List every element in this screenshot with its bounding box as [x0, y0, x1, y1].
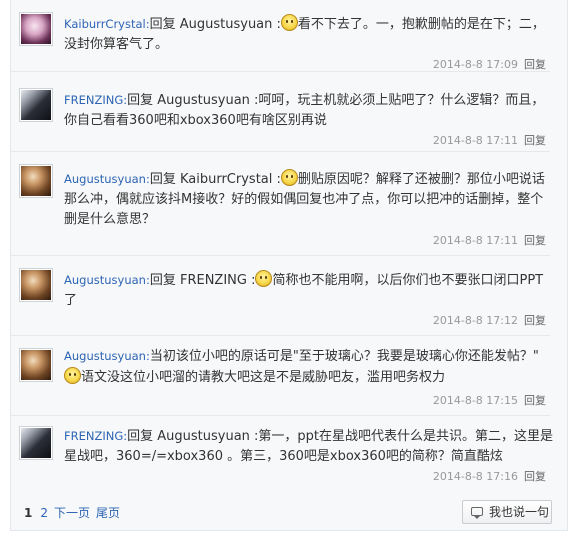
reply-content: 回复 Augustusyuan :: [149, 17, 281, 32]
page-current: 1: [24, 506, 33, 520]
reply-meta: 2014-8-8 17:16 回复: [433, 468, 546, 484]
last-page-link[interactable]: 尾页: [96, 506, 120, 520]
smiley-emoticon-icon: [255, 270, 273, 287]
say-something-label: 我也说一句: [489, 505, 550, 519]
username-link[interactable]: FRENZING:: [64, 429, 127, 443]
reply-meta: 2014-8-8 17:12 回复: [433, 312, 546, 328]
reply-button[interactable]: 回复: [524, 58, 546, 71]
reply-meta: 2014-8-8 17:15 回复: [433, 392, 546, 408]
reply-content: 当初该位小吧的原话可是"至于玻璃心？我要是玻璃心你还能发帖？": [149, 349, 539, 364]
reply-meta: 2014-8-8 17:09 回复: [433, 56, 546, 72]
avatar-image: [21, 90, 51, 120]
divider: [10, 71, 550, 72]
list-item: Augustusyuan:回复 FRENZING : 简称也不能用啊，以后你们也不…: [10, 256, 556, 336]
reply-content: 回复 Augustusyuan :呵呵，玩主机就必须上贴吧了？什么逻辑？而且，你…: [64, 93, 545, 128]
list-item: Augustusyuan:回复 KaiburrCrystal : 删贴原因呢？解释…: [10, 152, 556, 256]
reply-text: KaiburrCrystal:回复 Augustusyuan : 看不下去了。一，…: [64, 14, 554, 55]
reply-button[interactable]: 回复: [524, 134, 546, 147]
reply-meta: 2014-8-8 17:11 回复: [433, 232, 546, 248]
timestamp: 2014-8-8 17:12: [432, 314, 518, 327]
username-link[interactable]: Augustusyuan:: [64, 172, 150, 186]
reply-content: 回复 Augustusyuan :第一，ppt在星战吧代表什么是共识。第二，这里…: [64, 429, 554, 464]
username-link[interactable]: Augustusyuan:: [64, 273, 150, 287]
avatar[interactable]: [19, 268, 53, 302]
reply-content: 回复 KaiburrCrystal :: [149, 172, 281, 187]
reply-text: FRENZING:回复 Augustusyuan :呵呵，玩主机就必须上贴吧了？…: [64, 90, 554, 131]
smiley-emoticon-icon: [64, 367, 81, 384]
list-item: KaiburrCrystal:回复 Augustusyuan : 看不下去了。一，…: [10, 12, 556, 72]
avatar-image: [21, 270, 51, 300]
reply-text: Augustusyuan:回复 FRENZING : 简称也不能用啊，以后你们也不…: [64, 270, 554, 311]
avatar[interactable]: [19, 348, 53, 382]
username-link[interactable]: KaiburrCrystal:: [64, 17, 150, 31]
timestamp: 2014-8-8 17:11: [432, 134, 518, 147]
username-link[interactable]: FRENZING:: [64, 93, 127, 107]
timestamp: 2014-8-8 17:16: [432, 470, 518, 483]
smiley-emoticon-icon: [280, 169, 298, 186]
reply-text: Augustusyuan:当初该位小吧的原话可是"至于玻璃心？我要是玻璃心你还能…: [64, 346, 554, 388]
avatar[interactable]: [19, 88, 53, 122]
avatar[interactable]: [19, 164, 53, 198]
say-something-button[interactable]: 我也说一句: [462, 500, 552, 524]
reply-button[interactable]: 回复: [524, 234, 546, 247]
timestamp: 2014-8-8 17:11: [432, 234, 518, 247]
smiley-emoticon-icon: [280, 14, 298, 31]
avatar-image: [21, 428, 51, 458]
reply-meta: 2014-8-8 17:11 回复: [433, 132, 546, 148]
speech-bubble-icon: [471, 507, 483, 519]
avatar-image: [21, 166, 51, 196]
list-item: FRENZING:回复 Augustusyuan :呵呵，玩主机就必须上贴吧了？…: [10, 80, 556, 152]
reply-text: Augustusyuan:回复 KaiburrCrystal : 删贴原因呢？解释…: [64, 169, 554, 230]
reply-content-continued: 语文没这位小吧溜的请教大吧这是不是威胁吧友，滥用吧务权力: [81, 370, 446, 385]
next-page-link[interactable]: 下一页: [54, 506, 90, 520]
list-item: FRENZING:回复 Augustusyuan :第一，ppt在星战吧代表什么…: [10, 416, 556, 492]
reply-button[interactable]: 回复: [524, 394, 546, 407]
username-link[interactable]: Augustusyuan:: [64, 349, 150, 363]
page-2-link[interactable]: 2: [40, 506, 48, 520]
timestamp: 2014-8-8 17:15: [432, 394, 518, 407]
reply-button[interactable]: 回复: [524, 470, 546, 483]
reply-content: 回复 FRENZING :: [149, 273, 256, 288]
list-item: Augustusyuan:当初该位小吧的原话可是"至于玻璃心？我要是玻璃心你还能…: [10, 336, 556, 416]
reply-text: FRENZING:回复 Augustusyuan :第一，ppt在星战吧代表什么…: [64, 426, 554, 467]
avatar[interactable]: [19, 12, 53, 46]
avatar-image: [21, 350, 51, 380]
avatar[interactable]: [19, 426, 53, 460]
avatar-image: [21, 14, 51, 44]
reply-button[interactable]: 回复: [524, 314, 546, 327]
timestamp: 2014-8-8 17:09: [432, 58, 518, 71]
pagination: 1 2 下一页 尾页: [24, 504, 126, 521]
